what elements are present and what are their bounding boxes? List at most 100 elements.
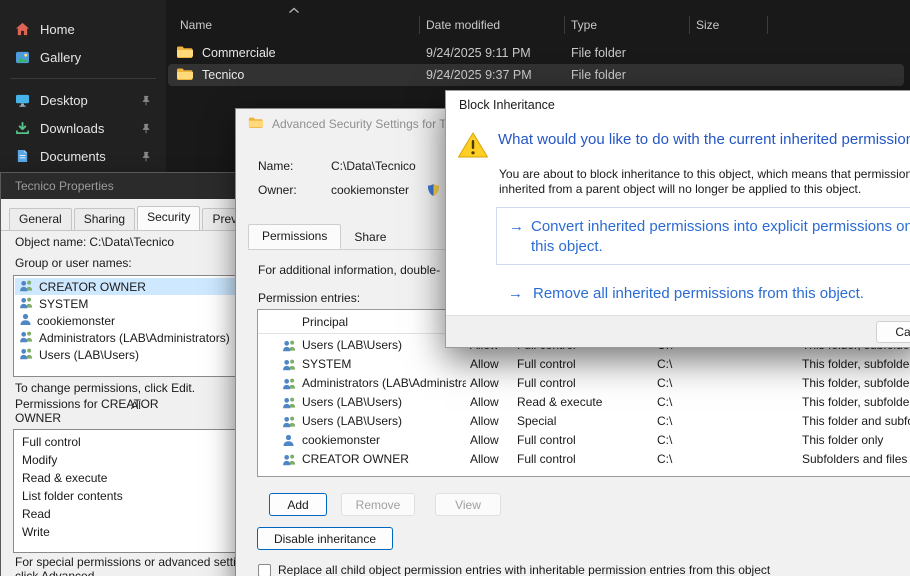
gallery-icon [14,51,30,64]
file-row-commerciale[interactable]: Commerciale 9/24/2025 9:11 PM File folde… [168,42,904,64]
list-item-label: Administrators (LAB\Administrators) [39,331,230,345]
cell-type: Allow [470,450,499,469]
user-icon [282,434,295,446]
tab-permissions[interactable]: Permissions [248,224,341,249]
sidebar-item-home[interactable]: Home [6,16,160,42]
list-item-label: Users (LAB\Users) [39,348,139,362]
column-header-name[interactable]: Name [166,16,420,34]
name-row: Name: C:\Data\Tecnico [258,159,416,173]
file-name: Commerciale [202,46,276,60]
column-header-type[interactable]: Type [565,16,690,34]
object-name-value: C:\Data\Tecnico [89,235,174,249]
sort-ascending-icon[interactable] [288,3,300,17]
group-icon [282,358,297,371]
disable-inheritance-button[interactable]: Disable inheritance [257,527,393,550]
replace-checkbox[interactable] [258,564,271,576]
dialog-body-line1: You are about to block inheritance to th… [499,167,910,181]
permission-entries-label: Permission entries: [258,291,360,305]
table-row[interactable]: Administrators (LAB\Administrat... Allow… [258,374,910,393]
pin-icon [141,94,152,109]
group-icon [282,396,297,409]
tab-general[interactable]: General [9,208,72,230]
remove-link-label: Remove all inherited permissions from th… [533,285,864,302]
remove-permissions-command-link[interactable]: → Remove all inherited permissions from … [508,285,864,302]
name-value: C:\Data\Tecnico [331,159,416,173]
cell-principal: CREATOR OWNER [302,450,466,469]
cell-applies-to: This folder only [802,431,883,450]
list-item-label: SYSTEM [39,297,88,311]
add-button[interactable]: Add [269,493,327,516]
cell-principal: Administrators (LAB\Administrat... [302,374,466,393]
sidebar-item-gallery[interactable]: Gallery [6,44,160,70]
list-item-label: CREATOR OWNER [39,280,146,294]
group-icon [282,377,297,390]
sidebar-item-documents[interactable]: Documents [6,143,160,169]
name-label: Name: [258,159,331,173]
pin-icon [141,122,152,137]
cell-inherited-from: C:\ [657,450,672,469]
remove-button[interactable]: Remove [341,493,415,516]
file-type: File folder [565,46,690,60]
cell-access: Read & execute [517,393,602,412]
folder-icon [176,45,194,62]
sidebar-item-label: Home [40,22,75,37]
cell-inherited-from: C:\ [657,355,672,374]
column-header-date-modified[interactable]: Date modified [420,16,565,34]
sidebar-separator [10,78,156,79]
documents-icon [14,149,30,163]
cell-access: Full control [517,450,576,469]
warning-icon [457,131,489,164]
user-icon [19,313,32,328]
column-header-principal[interactable]: Principal [302,310,348,334]
owner-row: Owner: cookiemonster [258,183,440,197]
block-title: Block Inheritance [459,98,555,112]
folder-icon [176,67,194,84]
table-row[interactable]: SYSTEM Allow Full control C:\ This folde… [258,355,910,374]
permissions-for-label: Permissions for CREATOR OWNER [15,397,137,425]
owner-label: Owner: [258,183,331,197]
cell-type: Allow [470,412,499,431]
group-icon [19,296,34,312]
table-row[interactable]: CREATOR OWNER Allow Full control C:\ Sub… [258,450,910,469]
cell-inherited-from: C:\ [657,431,672,450]
sidebar-item-label: Gallery [40,50,81,65]
cell-principal: cookiemonster [302,431,466,450]
cell-applies-to: This folder and subfolders [802,412,910,431]
convert-permissions-command-link[interactable]: → Convert inherited permissions into exp… [496,207,910,265]
cell-principal: Users (LAB\Users) [302,336,466,355]
table-row[interactable]: Users (LAB\Users) Allow Read & execute C… [258,393,910,412]
file-list-header: Name Date modified Type Size [166,14,910,36]
cell-type: Allow [470,393,499,412]
block-title-bar[interactable]: Block Inheritance [446,91,910,119]
sidebar-item-desktop[interactable]: Desktop [6,87,160,113]
right-arrow-icon: → [509,218,524,235]
cell-inherited-from: C:\ [657,393,672,412]
info-text: For additional information, double- [258,263,440,277]
group-icon [19,330,34,346]
column-header-size[interactable]: Size [690,16,768,34]
uac-shield-icon [427,183,440,197]
desktop-icon [14,94,30,107]
file-row-tecnico[interactable]: Tecnico 9/24/2025 9:37 PM File folder [168,64,904,86]
table-row[interactable]: Users (LAB\Users) Allow Special C:\ This… [258,412,910,431]
properties-title: Tecnico Properties [15,179,114,193]
tab-share[interactable]: Share [341,226,399,249]
list-item-label: cookiemonster [37,314,115,328]
replace-permissions-row: Replace all child object permission entr… [258,563,770,576]
downloads-icon [14,121,30,135]
tab-sharing[interactable]: Sharing [74,208,135,230]
cell-access: Full control [517,355,576,374]
view-button[interactable]: View [435,493,501,516]
object-name-label: Object name: [15,235,86,249]
cell-access: Full control [517,374,576,393]
cell-inherited-from: C:\ [657,412,672,431]
file-name: Tecnico [202,68,244,82]
cell-access: Special [517,412,556,431]
table-row[interactable]: cookiemonster Allow Full control C:\ Thi… [258,431,910,450]
cancel-button[interactable]: Cancel [876,321,910,343]
cell-applies-to: This folder, subfolders and files [802,355,910,374]
group-icon [282,339,297,352]
sidebar-item-downloads[interactable]: Downloads [6,115,160,141]
tab-security[interactable]: Security [137,206,200,230]
edit-hint-text: To change permissions, click Edit. [15,381,195,395]
